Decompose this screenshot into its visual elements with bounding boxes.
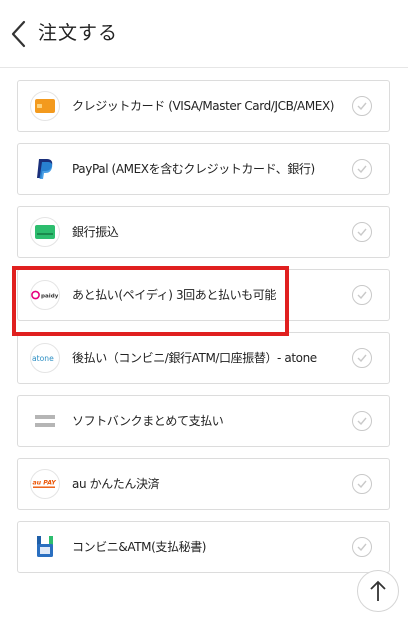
scroll-to-top-button[interactable] — [357, 570, 399, 612]
credit-card-icon — [30, 91, 60, 121]
au-pay-icon: au PAY — [30, 469, 60, 499]
check-circle-icon — [352, 348, 372, 368]
payment-option-label: コンビニ&ATM(支払秘書) — [72, 540, 207, 554]
check-circle-icon — [352, 96, 372, 116]
payment-option-label: あと払い(ペイディ) 3回あと払いも可能 — [72, 288, 276, 302]
paidy-icon: paidy — [30, 280, 60, 310]
payment-option-label: au かんたん決済 — [72, 477, 160, 491]
payment-option-label: 銀行振込 — [72, 225, 119, 239]
check-circle-icon — [352, 537, 372, 557]
paypal-icon — [30, 154, 60, 184]
payment-option-paypal[interactable]: PayPal (AMEXを含むクレジットカード、銀行) — [17, 143, 390, 195]
softbank-icon — [30, 406, 60, 436]
payment-option-label: クレジットカード (VISA/Master Card/JCB/AMEX) — [72, 99, 335, 113]
chevron-left-icon — [11, 20, 26, 48]
back-button[interactable] — [8, 18, 30, 50]
paidy-logo-text: paidy — [41, 294, 59, 300]
payment-option-bank-transfer[interactable]: 銀行振込 — [17, 206, 390, 258]
payment-option-atone[interactable]: atone 後払い（コンビニ/銀行ATM/口座振替）- atone — [17, 332, 390, 384]
atone-icon: atone — [30, 343, 60, 373]
header: 注文する — [0, 0, 408, 68]
check-circle-icon — [352, 159, 372, 179]
bank-card-icon — [30, 217, 60, 247]
arrow-up-icon — [370, 580, 386, 601]
check-circle-icon — [352, 474, 372, 494]
atone-logo-text: atone — [32, 354, 54, 363]
check-circle-icon — [352, 411, 372, 431]
page-title: 注文する — [38, 22, 119, 44]
payment-option-label: ソフトバンクまとめて支払い — [72, 414, 224, 428]
check-circle-icon — [352, 222, 372, 242]
payment-option-au-pay[interactable]: au PAY au かんたん決済 — [17, 458, 390, 510]
payment-option-convenience-store[interactable]: コンビニ&ATM(支払秘書) — [17, 521, 390, 573]
check-circle-icon — [352, 285, 372, 305]
payment-option-paidy[interactable]: paidy あと払い(ペイディ) 3回あと払いも可能 — [17, 269, 390, 321]
payment-option-label: 後払い（コンビニ/銀行ATM/口座振替）- atone — [72, 351, 317, 365]
au-pay-logo-text: au PAY — [33, 480, 57, 487]
convenience-store-icon — [30, 532, 60, 562]
payment-option-label: PayPal (AMEXを含むクレジットカード、銀行) — [72, 162, 315, 176]
payment-option-softbank[interactable]: ソフトバンクまとめて支払い — [17, 395, 390, 447]
payment-option-credit-card[interactable]: クレジットカード (VISA/Master Card/JCB/AMEX) — [17, 80, 390, 132]
